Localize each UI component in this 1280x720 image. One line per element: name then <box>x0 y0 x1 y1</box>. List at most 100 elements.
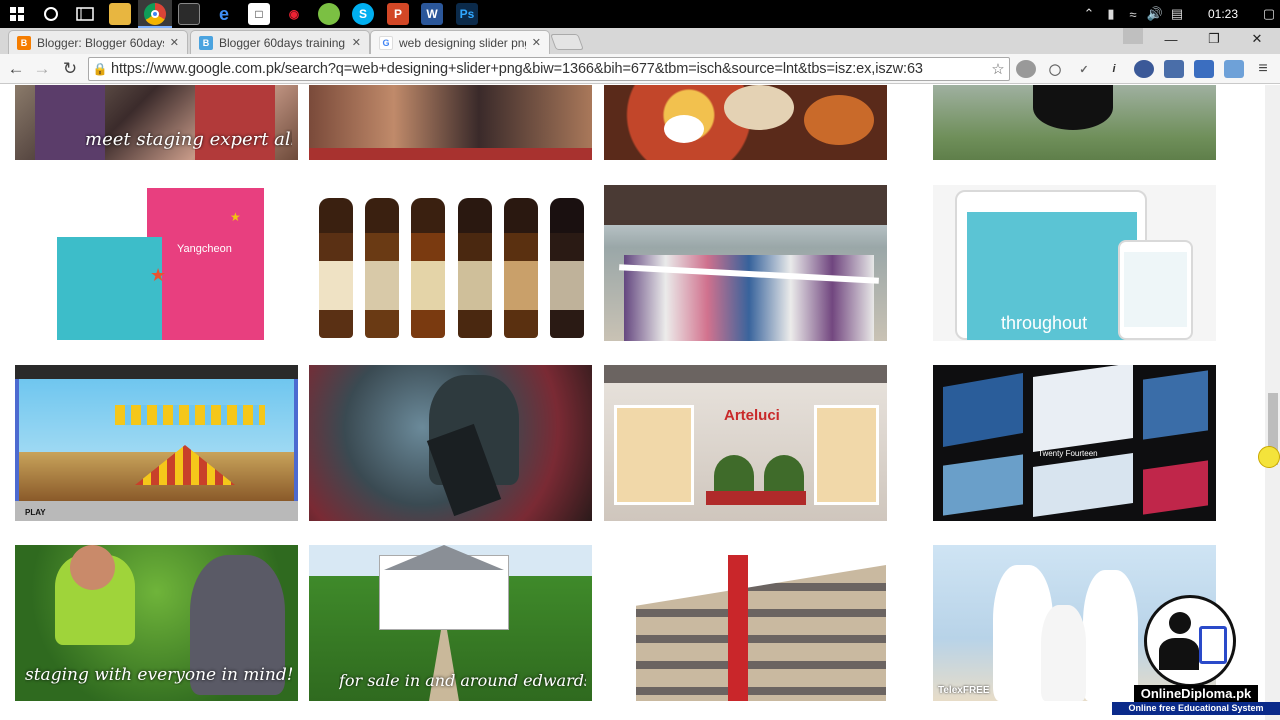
system-tray: ⌃ ▮ ≈ 🔊 ▤ 01:23 ▢ <box>1078 0 1280 28</box>
watermark-site: OnlineDiploma.pk <box>1134 685 1258 702</box>
reload-icon[interactable]: ↻ <box>59 58 81 80</box>
photoshop-icon[interactable]: Ps <box>456 3 478 25</box>
close-window-button[interactable]: ✕ <box>1236 28 1278 50</box>
tab-google-images[interactable]: G web designing slider png ✕ <box>370 30 550 54</box>
egg <box>664 115 704 143</box>
minimize-button[interactable]: — <box>1150 28 1192 50</box>
forward-arrow-icon[interactable]: → <box>31 58 53 80</box>
blue-book <box>57 237 162 340</box>
plate <box>804 95 874 145</box>
image-result[interactable]: Twenty Fourteen <box>933 365 1216 521</box>
info-icon[interactable]: i <box>1104 60 1124 78</box>
image-caption: staging with everyone in mind! <box>25 665 292 685</box>
search-circle-icon[interactable] <box>40 3 62 25</box>
theme-card <box>1033 452 1133 518</box>
image-results: meet staging expert allison hansen Yangc… <box>0 85 1280 720</box>
image-result[interactable]: Yangcheon ★ ★ <box>15 185 298 341</box>
plate <box>724 85 794 130</box>
tab-blogger-1[interactable]: B Blogger: Blogger 60days t ✕ <box>8 30 188 54</box>
watermark-tagline: Online free Educational System <box>1112 702 1280 715</box>
phone <box>1118 240 1193 340</box>
profile-button[interactable] <box>1123 28 1143 44</box>
building <box>636 565 886 701</box>
image-result[interactable] <box>309 185 592 341</box>
bottle-row <box>319 193 584 338</box>
image-result[interactable] <box>604 185 887 341</box>
image-result[interactable]: Arteluci <box>604 365 887 521</box>
image-result[interactable] <box>309 365 592 521</box>
star-icon: ★ <box>150 265 167 285</box>
tab-blogger-2[interactable]: B Blogger 60days training ✕ <box>190 30 370 54</box>
theme-card <box>1143 370 1208 440</box>
extension-icon[interactable] <box>1164 60 1184 78</box>
action-center-icon[interactable]: ▢ <box>1258 0 1280 28</box>
tab-title: web designing slider png <box>399 35 526 50</box>
maximize-button[interactable]: ❐ <box>1193 28 1235 50</box>
image-result[interactable]: throughout <box>933 185 1216 341</box>
golf-bag <box>1033 85 1113 130</box>
image-result[interactable]: PLAY <box>15 365 298 521</box>
powerpoint-icon[interactable]: P <box>387 3 409 25</box>
theme-name: Twenty Fourteen <box>1038 449 1098 458</box>
clock[interactable]: 01:23 <box>1188 7 1258 21</box>
battery-icon[interactable]: ▮ <box>1100 0 1122 28</box>
wifi-icon[interactable]: ≈ <box>1122 0 1144 28</box>
address-bar[interactable]: 🔒 https://www.google.com.pk/search?q=web… <box>88 57 1010 81</box>
close-icon[interactable]: ✕ <box>170 36 179 49</box>
image-result[interactable] <box>604 85 887 160</box>
image-result[interactable]: staging with everyone in mind! <box>15 545 298 701</box>
path <box>429 630 459 701</box>
checkmark-icon[interactable]: ✓ <box>1074 60 1094 78</box>
word-icon[interactable]: W <box>421 3 443 25</box>
extension-icon[interactable] <box>1224 60 1244 78</box>
storefront-top <box>604 365 887 383</box>
phone-screen <box>1124 252 1187 327</box>
url-text[interactable]: https://www.google.com.pk/search?q=web+d… <box>111 61 987 77</box>
extension-icon[interactable] <box>1134 60 1154 78</box>
globe-icon[interactable]: ◯ <box>1045 60 1065 78</box>
store-icon[interactable] <box>178 3 200 25</box>
pink-book <box>147 188 264 340</box>
image-result[interactable] <box>604 545 887 701</box>
skype-icon[interactable]: S <box>352 3 374 25</box>
tab-title: Blogger 60days training <box>219 35 346 50</box>
image-result[interactable]: for sale in and around edwardsville <box>309 545 592 701</box>
app-icon[interactable]: ◉ <box>283 3 305 25</box>
extension-icon[interactable] <box>1194 60 1214 78</box>
theme-card <box>943 372 1023 448</box>
folder-icon[interactable] <box>109 3 131 25</box>
pergola <box>604 185 887 225</box>
back-arrow-icon[interactable]: ← <box>5 58 27 80</box>
image-result[interactable] <box>309 85 592 160</box>
app-icon[interactable]: □ <box>248 3 270 25</box>
chevron-up-icon[interactable]: ⌃ <box>1078 0 1100 28</box>
extension-icon[interactable] <box>1016 60 1036 78</box>
window <box>614 405 694 505</box>
notifications-icon[interactable]: ▤ <box>1166 0 1188 28</box>
windows-taskbar: e □ ◉ S P W Ps ⌃ ▮ ≈ 🔊 ▤ 01:23 ▢ <box>0 0 1280 28</box>
bookmark-star-icon[interactable]: ☆ <box>987 60 1009 78</box>
image-result[interactable]: meet staging expert allison hansen <box>15 85 298 160</box>
app-icon[interactable] <box>318 3 340 25</box>
book-title: Yangcheon <box>177 243 232 255</box>
game-toolbar <box>15 365 298 379</box>
close-icon[interactable]: ✕ <box>352 36 361 49</box>
window <box>814 405 879 505</box>
tab-strip: B Blogger: Blogger 60days t ✕ B Blogger … <box>0 28 1280 54</box>
close-icon[interactable]: ✕ <box>532 36 541 49</box>
star-icon: ★ <box>230 210 241 224</box>
volume-icon[interactable]: 🔊 <box>1144 0 1166 28</box>
person-figure <box>1041 605 1086 701</box>
coins <box>115 405 265 425</box>
watermark-logo <box>1144 595 1236 687</box>
edge-icon[interactable]: e <box>213 3 235 25</box>
image-caption: for sale in and around edwardsville <box>339 671 586 690</box>
image-result[interactable] <box>933 85 1216 160</box>
chrome-icon[interactable] <box>144 3 166 25</box>
browser-toolbar: ← → ↻ 🔒 https://www.google.com.pk/search… <box>0 54 1280 84</box>
menu-icon[interactable]: ≡ <box>1253 60 1273 78</box>
task-view-icon[interactable] <box>74 3 96 25</box>
image-caption: meet staging expert allison hansen <box>85 129 292 150</box>
new-tab-button[interactable] <box>550 34 584 50</box>
windows-logo-icon[interactable] <box>6 3 28 25</box>
